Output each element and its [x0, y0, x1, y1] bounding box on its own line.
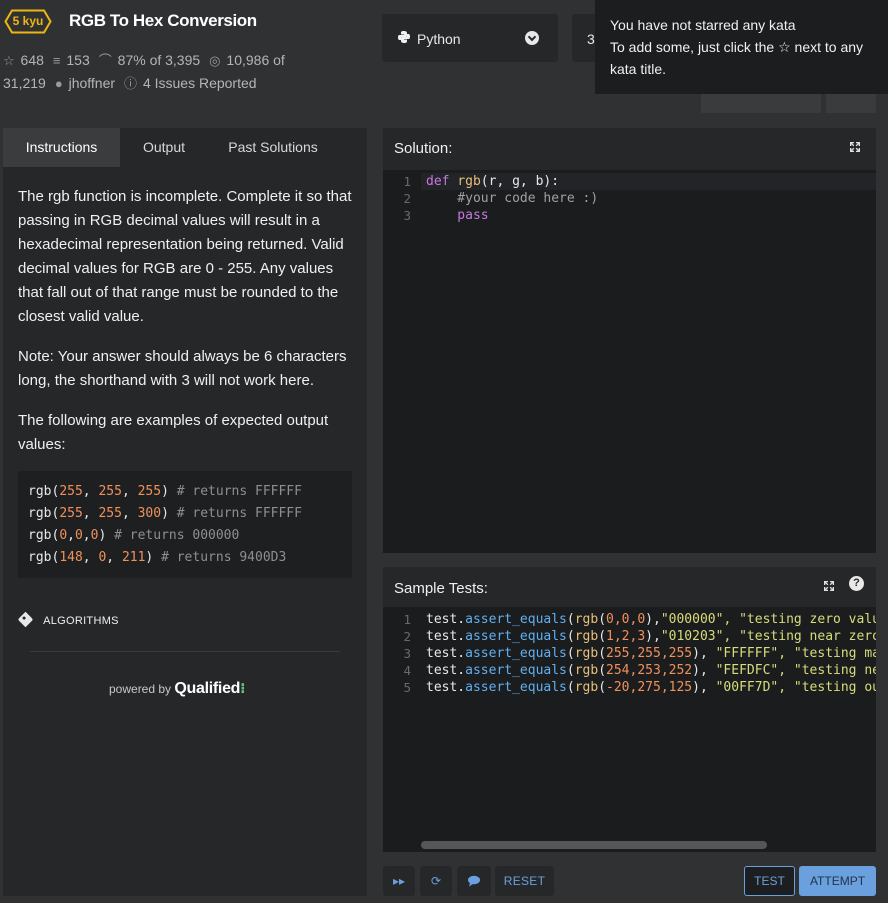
sample-tests-panel: Sample Tests: ? 1 2 3 4 5 test.assert_eq… [383, 567, 876, 852]
tab-output[interactable]: Output [120, 128, 208, 167]
divider [30, 651, 340, 652]
author-name: jhoffner [68, 75, 116, 91]
code-line: def rgb(r, g, b): [426, 174, 560, 189]
code-line: test.assert_equals(rgb(0,0,0),"000000", … [426, 612, 876, 627]
tooltip-line-2-start: To add some, just click the [610, 39, 775, 55]
expand-icon[interactable] [823, 580, 835, 592]
chevron-down-icon [525, 31, 539, 45]
target-icon: ◎ [209, 53, 221, 68]
collections-count: 153 [66, 52, 90, 68]
star-icon: ☆ [778, 39, 791, 55]
example-line: rgb(255, 255, 255) # returns FFFFFF [28, 484, 302, 499]
kata-description: The rgb function is incomplete. Complete… [18, 185, 358, 473]
issues-stat[interactable]: ⓘ 4 Issues Reported [124, 75, 257, 91]
tab-past-solutions[interactable]: Past Solutions [213, 128, 333, 167]
tooltip-line-3: kata title. [610, 61, 667, 77]
toolbar-button[interactable] [701, 94, 821, 113]
powered-by-label: powered by [109, 682, 172, 696]
stars-count: 648 [20, 52, 44, 68]
stars-stat[interactable]: ☆ 648 [3, 52, 44, 68]
star-icon: ☆ [3, 53, 15, 68]
solution-editor[interactable]: 1 2 3 def rgb(r, g, b): #your code here … [383, 170, 876, 553]
gauge-icon: ⌒ [98, 53, 112, 68]
description-panel: Instructions Output Past Solutions The r… [3, 128, 367, 896]
version-select-value: 3 [587, 31, 595, 47]
kata-title: RGB To Hex Conversion [69, 11, 257, 30]
reset-button[interactable]: RESET [495, 866, 554, 896]
attempt-button[interactable]: ATTEMPT [799, 866, 876, 896]
info-icon: ⓘ [124, 76, 138, 91]
tooltip-line-2-end: next to any [794, 39, 864, 55]
python-icon [398, 31, 410, 43]
solution-title: Solution: [394, 140, 453, 157]
solution-panel: Solution: 1 2 3 def rgb(r, g, b): #your … [383, 128, 876, 553]
author-stat[interactable]: ● jhoffner [55, 75, 115, 91]
line-number: 3 [403, 646, 411, 661]
expand-icon[interactable] [849, 141, 861, 153]
discuss-button[interactable] [457, 866, 491, 896]
help-icon[interactable]: ? [849, 576, 864, 591]
line-number: 2 [403, 629, 411, 644]
description-paragraph: The following are examples of expected o… [18, 412, 329, 453]
layers-icon: ≡ [52, 53, 61, 68]
qualified-logo: Qualified [174, 680, 241, 697]
horizontal-scrollbar[interactable] [421, 841, 767, 849]
refresh-button[interactable]: ⟳ [420, 866, 452, 896]
description-note: Note: Your answer should always be 6 cha… [18, 348, 347, 389]
line-number: 3 [403, 208, 411, 223]
fast-forward-icon: ▸▸ [392, 874, 406, 888]
rank-badge: 5 kyu [4, 9, 52, 34]
code-line: #your code here :) [426, 191, 599, 206]
refresh-icon: ⟳ [430, 874, 442, 888]
tag-algorithms[interactable]: ALGORITHMS [43, 615, 119, 627]
satisfaction-stat: ⌒ 87% of 3,395 [99, 52, 200, 68]
line-number: 5 [403, 680, 411, 695]
language-select[interactable]: Python [382, 14, 558, 62]
chat-icon [468, 875, 480, 887]
code-line: test.assert_equals(rgb(-20,275,125), "00… [426, 680, 876, 695]
starred-kata-tooltip: You have not starred any kata To add som… [595, 0, 888, 94]
powered-by-qualified[interactable]: powered by Qualified⁝ [109, 680, 245, 698]
tab-instructions[interactable]: Instructions [3, 128, 120, 167]
line-number: 4 [403, 663, 411, 678]
code-line: test.assert_equals(rgb(255,255,255), "FF… [426, 646, 876, 661]
tooltip-line-1: You have not starred any kata [610, 17, 796, 33]
code-line: pass [426, 208, 489, 223]
kata-tags: ALGORITHMS [17, 611, 119, 628]
code-line: test.assert_equals(rgb(254,253,252), "FE… [426, 663, 876, 678]
example-code-block: rgb(255, 255, 255) # returns FFFFFF rgb(… [18, 471, 352, 578]
sample-tests-editor[interactable]: 1 2 3 4 5 test.assert_equals(rgb(0,0,0),… [383, 607, 876, 852]
example-line: rgb(148, 0, 211) # returns 9400D3 [28, 550, 287, 565]
line-number: 1 [403, 612, 411, 627]
sample-tests-title: Sample Tests: [394, 580, 488, 597]
tooltip-line-2: To add some, just click the ☆ next to an… [610, 36, 888, 58]
satisfaction-value: 87% of 3,395 [117, 52, 201, 68]
rank-label: 5 kyu [12, 14, 44, 28]
tag-icon [17, 611, 34, 628]
example-line: rgb(255, 255, 300) # returns FFFFFF [28, 506, 302, 521]
toolbar-button[interactable] [826, 94, 876, 113]
line-number: 2 [403, 191, 411, 206]
description-paragraph: The rgb function is incomplete. Complete… [18, 188, 352, 325]
issues-count: 4 Issues Reported [142, 75, 257, 91]
line-number: 1 [403, 174, 411, 189]
code-line: test.assert_equals(rgb(1,2,3),"010203", … [426, 629, 876, 644]
kata-stats: ☆ 648 ≡ 153 ⌒ 87% of 3,395 ◎ 10,986 of 31,2… [3, 49, 333, 95]
example-line: rgb(0,0,0) # returns 000000 [28, 528, 240, 543]
skip-button[interactable]: ▸▸ [383, 866, 415, 896]
language-select-value: Python [417, 31, 461, 47]
user-icon: ● [54, 76, 63, 91]
test-button[interactable]: TEST [744, 866, 795, 896]
collections-stat[interactable]: ≡ 153 [53, 52, 90, 68]
qualified-logo-dots-icon: ⁝ [240, 680, 246, 696]
